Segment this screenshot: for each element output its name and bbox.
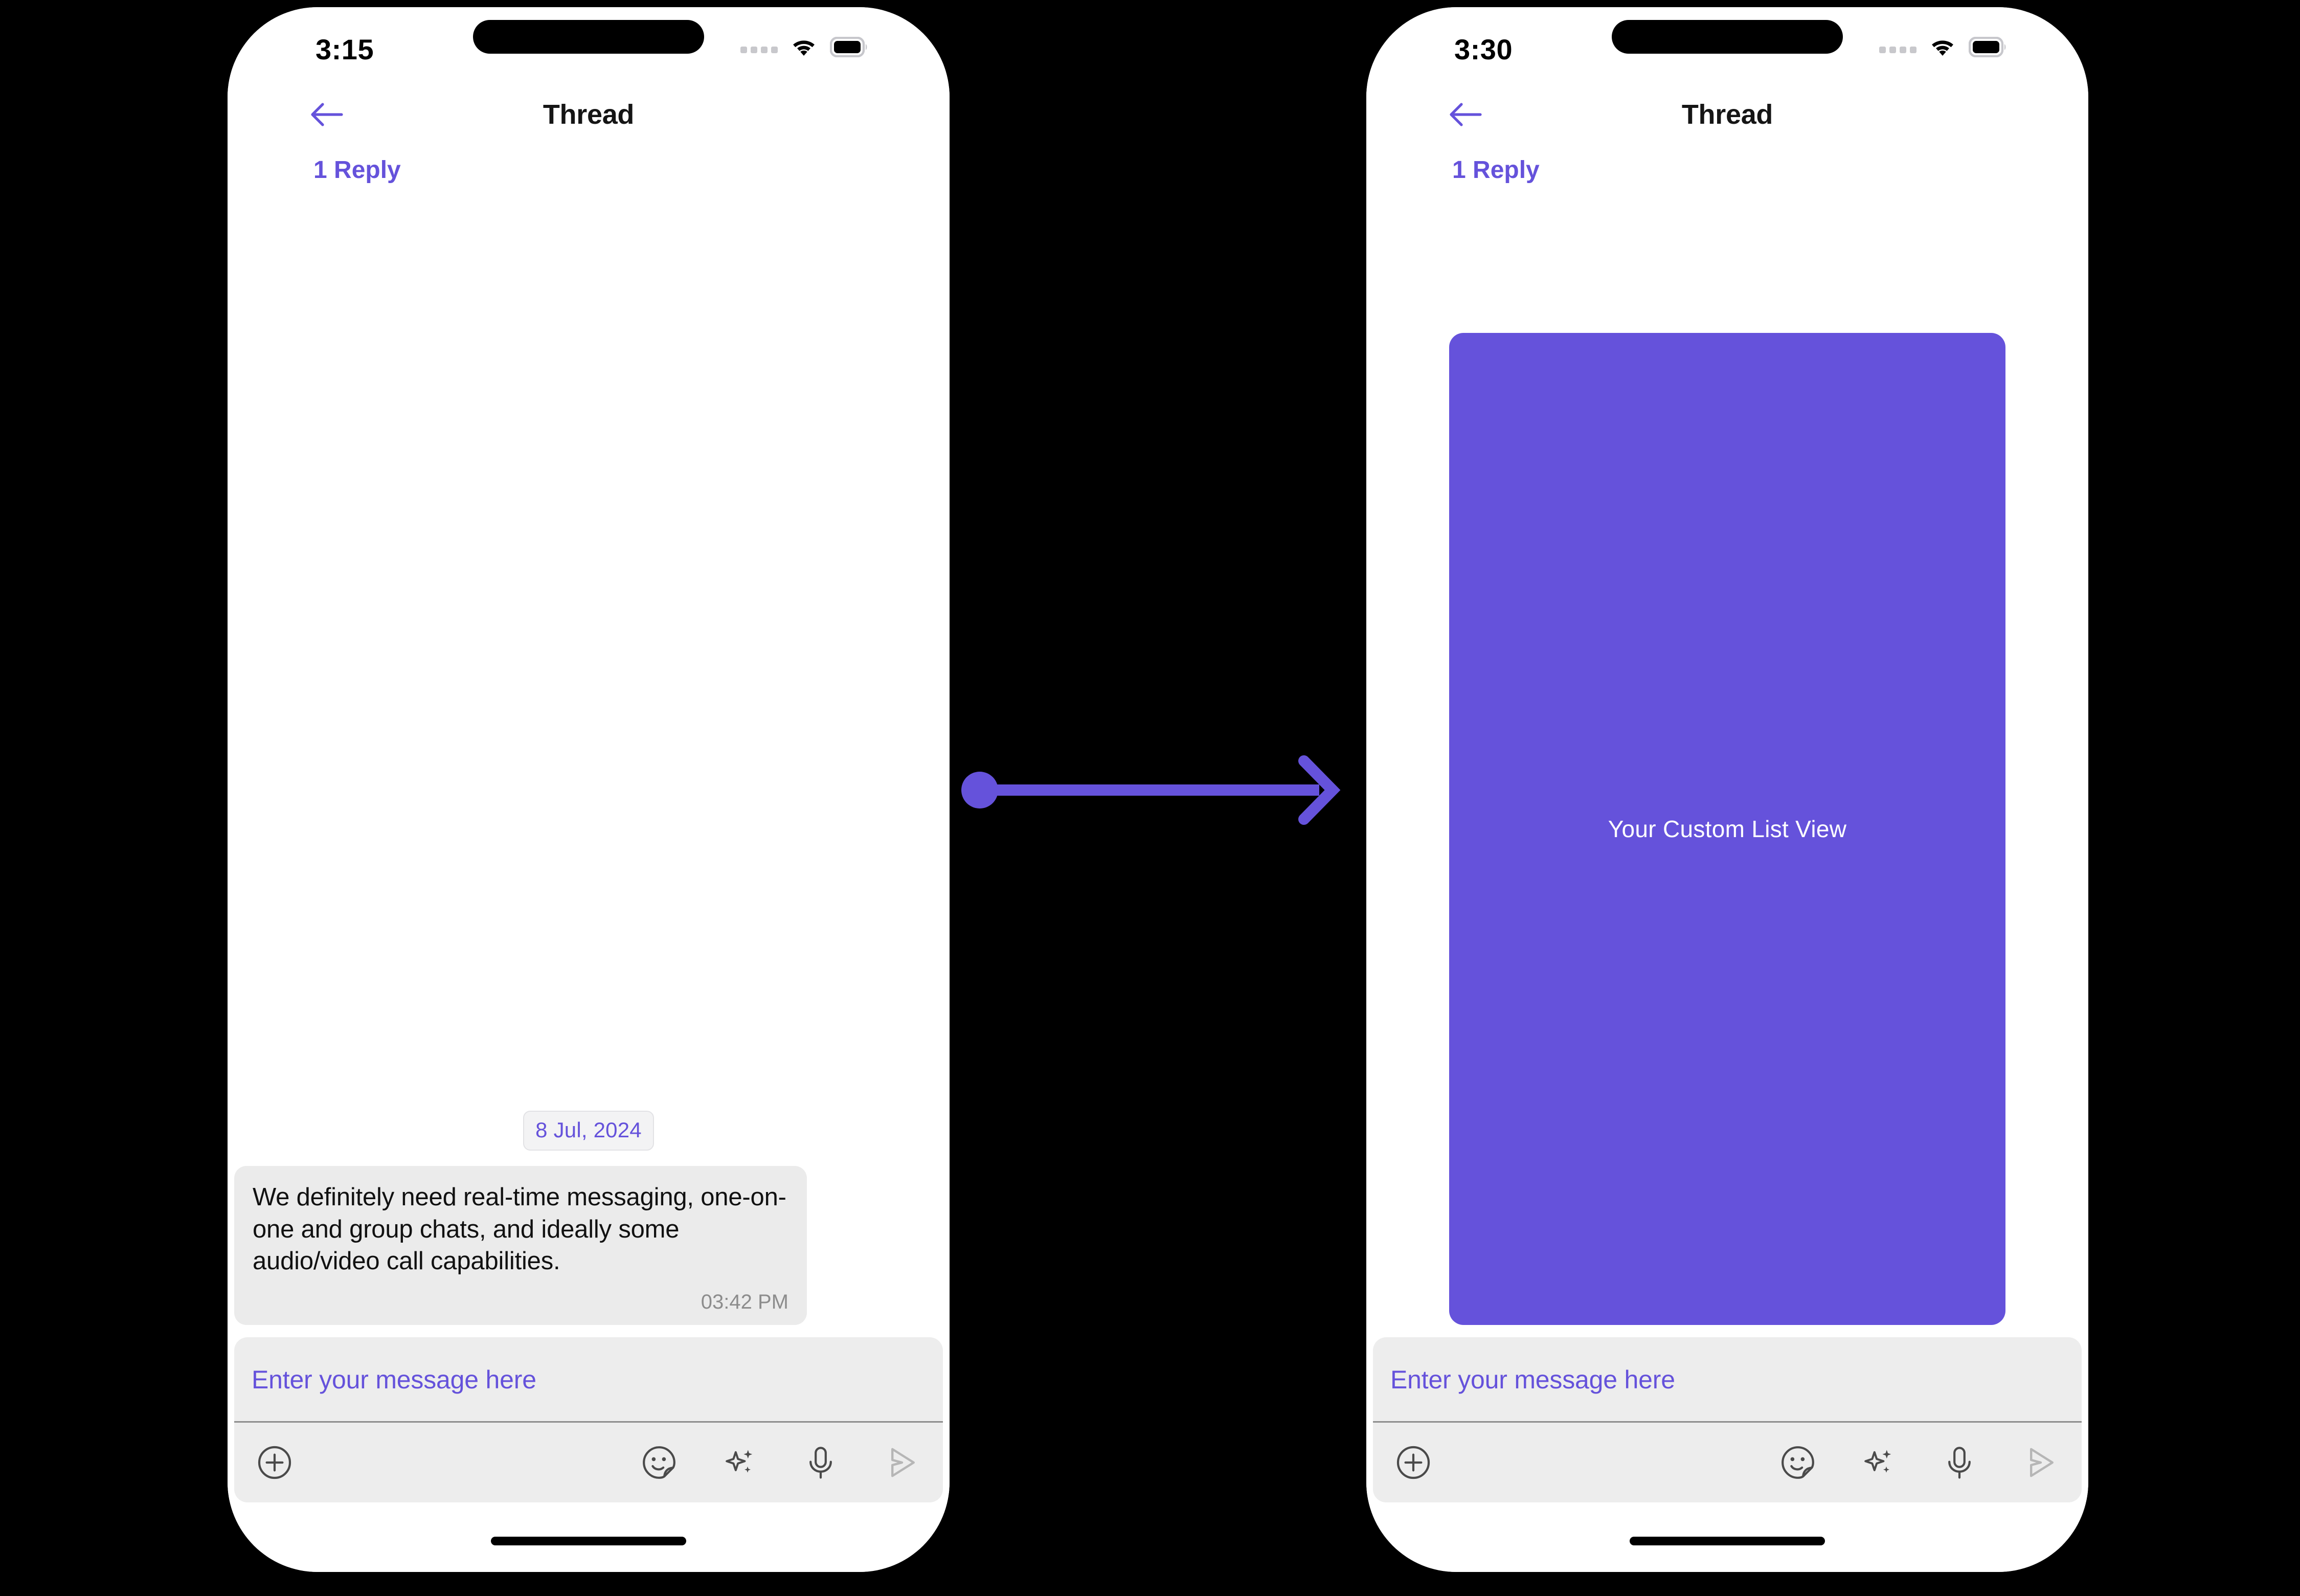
back-arrow-icon bbox=[1450, 103, 1482, 126]
home-indicator[interactable] bbox=[491, 1537, 686, 1545]
battery-icon bbox=[830, 37, 867, 57]
sticker-button[interactable] bbox=[640, 1444, 678, 1481]
arrow-right-icon bbox=[961, 755, 1341, 825]
voice-record-button[interactable] bbox=[802, 1444, 840, 1481]
nav-bar: Thread bbox=[1366, 83, 2088, 146]
send-button[interactable] bbox=[2021, 1444, 2059, 1481]
screen-after: 3:30 Thread 1 Reply Your Custom List Vie… bbox=[1366, 7, 2088, 1572]
transition-arrow bbox=[961, 747, 1350, 834]
home-indicator-area bbox=[1366, 1502, 2088, 1572]
attachment-plus-icon bbox=[1396, 1446, 1430, 1479]
status-bar: 3:15 bbox=[228, 7, 950, 83]
microphone-icon bbox=[1948, 1447, 1971, 1479]
ai-sparkle-icon bbox=[1864, 1450, 1891, 1473]
wifi-icon bbox=[1932, 40, 1953, 56]
status-time: 3:15 bbox=[315, 33, 374, 65]
battery-icon bbox=[1969, 37, 2006, 57]
back-arrow-icon bbox=[311, 103, 343, 126]
dynamic-island bbox=[473, 20, 704, 54]
cellular-dots-icon bbox=[740, 47, 778, 53]
reply-count-label: 1 Reply bbox=[1452, 156, 1540, 184]
nav-bar: Thread bbox=[228, 83, 950, 146]
message-text: We definitely need real-time messaging, … bbox=[253, 1183, 786, 1275]
screenshot-canvas: 3:15 Thread 1 Reply 8 Jul, 2024 We defin… bbox=[0, 0, 2300, 1596]
composer-wrap: Enter your message here bbox=[1366, 1325, 2088, 1502]
message-composer: Enter your message here bbox=[234, 1337, 943, 1502]
send-icon bbox=[2030, 1448, 2054, 1477]
message-bubble[interactable]: We definitely need real-time messaging, … bbox=[234, 1165, 807, 1325]
microphone-icon bbox=[809, 1447, 832, 1479]
voice-record-button[interactable] bbox=[1941, 1444, 1978, 1481]
message-composer: Enter your message here bbox=[1373, 1337, 2082, 1502]
reply-count-label: 1 Reply bbox=[313, 156, 401, 184]
message-list-after[interactable]: Your Custom List View bbox=[1366, 193, 2088, 1325]
home-indicator-area bbox=[228, 1502, 950, 1572]
wifi-icon bbox=[793, 40, 815, 56]
cellular-dots-icon bbox=[1879, 47, 1916, 53]
attachment-button[interactable] bbox=[256, 1444, 294, 1481]
message-list-before[interactable]: 8 Jul, 2024 We definitely need real-time… bbox=[228, 193, 950, 1325]
screen-before: 3:15 Thread 1 Reply 8 Jul, 2024 We defin… bbox=[228, 7, 950, 1572]
phone-mockup-after: 3:30 Thread 1 Reply Your Custom List Vie… bbox=[1366, 7, 2088, 1572]
date-separator-row: 8 Jul, 2024 bbox=[228, 1110, 950, 1166]
sticker-icon bbox=[643, 1446, 675, 1479]
message-input[interactable]: Enter your message here bbox=[234, 1337, 943, 1421]
attachment-button[interactable] bbox=[1394, 1444, 1432, 1481]
dynamic-island bbox=[1612, 20, 1843, 54]
sticker-button[interactable] bbox=[1779, 1444, 1817, 1481]
status-icons bbox=[740, 35, 869, 59]
message-input[interactable]: Enter your message here bbox=[1373, 1337, 2082, 1421]
status-icons bbox=[1879, 35, 2008, 59]
home-indicator[interactable] bbox=[1630, 1537, 1825, 1545]
status-bar: 3:30 bbox=[1366, 7, 2088, 83]
composer-toolbar bbox=[234, 1423, 943, 1502]
send-icon bbox=[891, 1448, 915, 1477]
ai-assist-button[interactable] bbox=[721, 1444, 759, 1481]
back-button[interactable] bbox=[309, 97, 345, 132]
composer-toolbar bbox=[1373, 1423, 2082, 1502]
attachment-plus-icon bbox=[258, 1446, 291, 1479]
send-button[interactable] bbox=[883, 1444, 920, 1481]
composer-wrap: Enter your message here bbox=[228, 1325, 950, 1502]
status-time: 3:30 bbox=[1454, 33, 1513, 65]
custom-list-view[interactable]: Your Custom List View bbox=[1449, 333, 2005, 1325]
ai-assist-button[interactable] bbox=[1860, 1444, 1898, 1481]
date-chip: 8 Jul, 2024 bbox=[523, 1110, 654, 1151]
phone-mockup-before: 3:15 Thread 1 Reply 8 Jul, 2024 We defin… bbox=[228, 7, 950, 1572]
ai-sparkle-icon bbox=[726, 1450, 753, 1473]
custom-list-view-label: Your Custom List View bbox=[1608, 816, 1847, 842]
sticker-icon bbox=[1782, 1446, 1814, 1479]
back-button[interactable] bbox=[1448, 97, 1484, 132]
message-timestamp: 03:42 PM bbox=[701, 1291, 788, 1313]
message-row: We definitely need real-time messaging, … bbox=[228, 1165, 950, 1325]
